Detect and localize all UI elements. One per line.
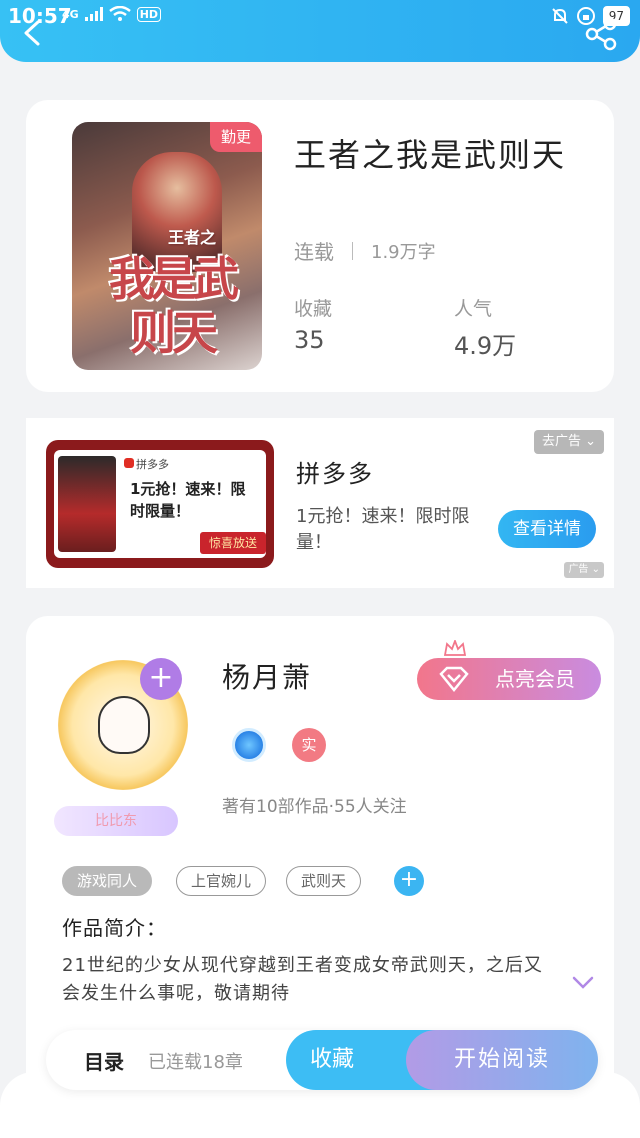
word-count: 1.9万字	[371, 241, 436, 263]
intro-title: 作品简介：	[62, 916, 167, 940]
toc-button[interactable]: 目录	[84, 1046, 124, 1075]
popularity-value: 4.9万	[454, 332, 517, 360]
ad-mark-label: 广告	[568, 564, 589, 575]
add-tag-button[interactable]: +	[394, 866, 424, 896]
ad-description: 1元抢！速来！限时限量！	[296, 506, 470, 553]
favorites-value: 35	[294, 326, 325, 354]
pinduoduo-logo-icon	[124, 458, 134, 468]
book-cover[interactable]: 王者之 我是武则天 勤更	[72, 122, 262, 370]
ad-mark[interactable]: 广告 ⌄	[564, 562, 604, 578]
ad-brand: 拼多多	[296, 460, 374, 488]
vip-button[interactable]: 点亮会员	[417, 658, 601, 700]
intro-text: 21世纪的少女从现代穿越到王者变成女帝武则天，之后又会发生什么事呢，敬请期待	[62, 955, 543, 1004]
top-bar: 10:57 4G HD 97	[0, 0, 640, 62]
ad-image-text: 1元抢！速来！限时限量！	[130, 480, 246, 520]
share-button[interactable]	[584, 16, 620, 52]
ad-image-panel: 拼多多 1元抢！速来！限时限量！ 惊喜放送	[54, 450, 266, 558]
avatar-character	[98, 696, 150, 754]
start-reading-button[interactable]: 开始阅读	[406, 1030, 598, 1090]
author-meta: 著有10部作品·55人关注	[222, 797, 407, 817]
view-details-button[interactable]: 查看详情	[498, 510, 596, 548]
hd-indicator: HD	[136, 6, 162, 22]
back-button[interactable]	[18, 18, 48, 48]
tag-game-fanfic[interactable]: 游戏同人	[62, 866, 153, 896]
chapter-count: 已连载18章	[148, 1052, 243, 1073]
ad-image[interactable]: 拼多多 1元抢！速来！限时限量！ 惊喜放送	[46, 440, 274, 568]
popularity-label: 人气	[454, 298, 493, 320]
follow-button[interactable]: +	[140, 658, 182, 700]
verified-badge[interactable]: 实	[292, 728, 326, 762]
favorites-label: 收藏	[294, 298, 333, 320]
book-info-card: 王者之 我是武则天 勤更 王者之我是武则天 连载 1.9万字 收藏 35 人气 …	[26, 100, 614, 392]
chevron-down-icon[interactable]	[572, 976, 594, 990]
remove-ad-button[interactable]: 去广告 ⌄	[533, 430, 604, 454]
ad-ribbon: 惊喜放送	[200, 532, 266, 554]
author-level-badge-icon[interactable]	[232, 728, 266, 762]
cover-subtitle: 王者之	[168, 228, 217, 247]
wifi-icon	[108, 6, 131, 21]
book-status-row: 连载 1.9万字	[294, 236, 436, 265]
bottom-action-bar: 目录 已连载18章 收藏 开始阅读	[46, 1030, 598, 1090]
tag-shangguan-waner[interactable]: 上官婉儿	[176, 866, 267, 896]
tag-wu-zetian[interactable]: 武则天	[286, 866, 362, 896]
vip-button-label: 点亮会员	[495, 667, 575, 691]
author-name: 杨月萧	[222, 661, 313, 694]
silent-bell-icon	[552, 8, 568, 24]
signal-icon	[84, 7, 103, 21]
ad-poster	[58, 456, 116, 552]
crown-icon	[444, 640, 466, 656]
avatar-title-tag: 比比东	[54, 806, 178, 836]
network-indicator: 4G	[62, 7, 79, 21]
book-title: 王者之我是武则天	[294, 136, 567, 174]
diamond-icon	[439, 666, 469, 692]
ad-banner[interactable]: 拼多多 1元抢！速来！限时限量！ 惊喜放送 拼多多 1元抢！速来！限时限量！ 去…	[26, 418, 614, 588]
status-left-icons: 4G HD	[62, 6, 162, 22]
serial-status: 连载	[294, 240, 334, 264]
remove-ad-label: 去广告	[541, 434, 581, 449]
divider	[352, 241, 353, 260]
update-badge: 勤更	[210, 122, 262, 152]
cover-title: 我是武则天	[109, 252, 239, 360]
ad-image-logo-text: 拼多多	[136, 458, 169, 471]
